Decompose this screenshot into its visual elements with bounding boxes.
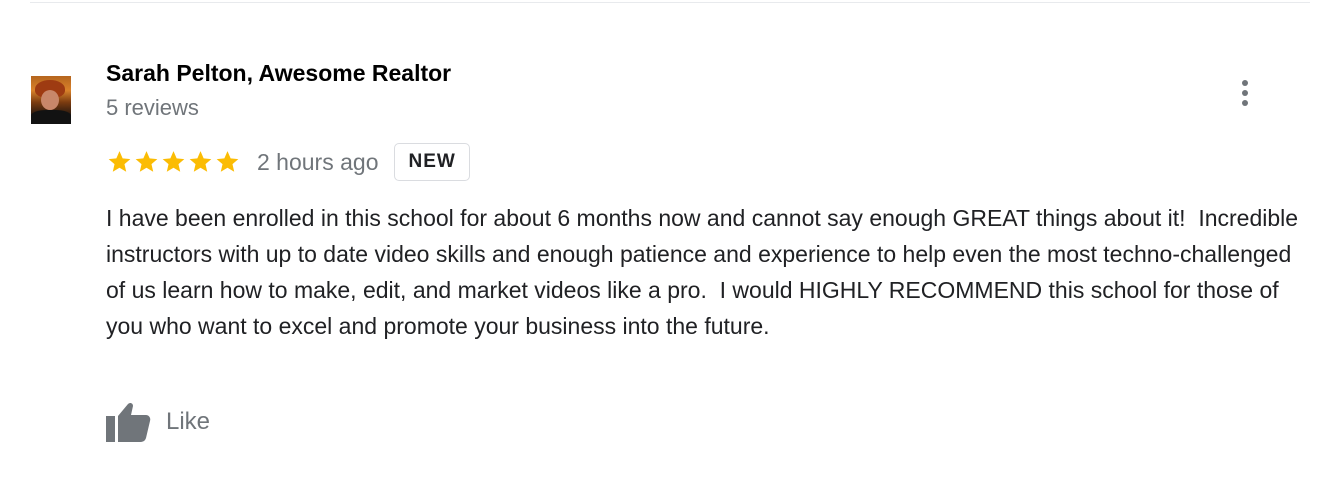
more-vert-icon-dot (1242, 100, 1248, 106)
avatar[interactable] (31, 76, 71, 124)
more-vert-icon (1242, 80, 1248, 86)
reviewer-name[interactable]: Sarah Pelton, Awesome Realtor (106, 60, 451, 87)
star-icon (189, 151, 212, 172)
star-icon (162, 151, 185, 172)
avatar-shoulders (31, 110, 71, 124)
reviewer-review-count[interactable]: 5 reviews (106, 95, 199, 121)
like-label: Like (166, 408, 211, 435)
review-meta: 2 hours ago NEW (106, 142, 470, 182)
star-rating (106, 149, 241, 175)
avatar-face (41, 90, 59, 110)
thumb-up-icon (106, 402, 151, 442)
star-icon (216, 151, 239, 172)
more-options-button[interactable] (1230, 76, 1260, 110)
more-vert-icon-dot (1242, 90, 1248, 96)
review-text: I have been enrolled in this school for … (106, 205, 1305, 339)
star-icon (135, 151, 158, 172)
like-button[interactable]: Like (104, 400, 210, 444)
star-icon (108, 151, 131, 172)
new-badge: NEW (394, 143, 470, 181)
review-time: 2 hours ago (257, 148, 379, 175)
top-divider (30, 2, 1310, 3)
